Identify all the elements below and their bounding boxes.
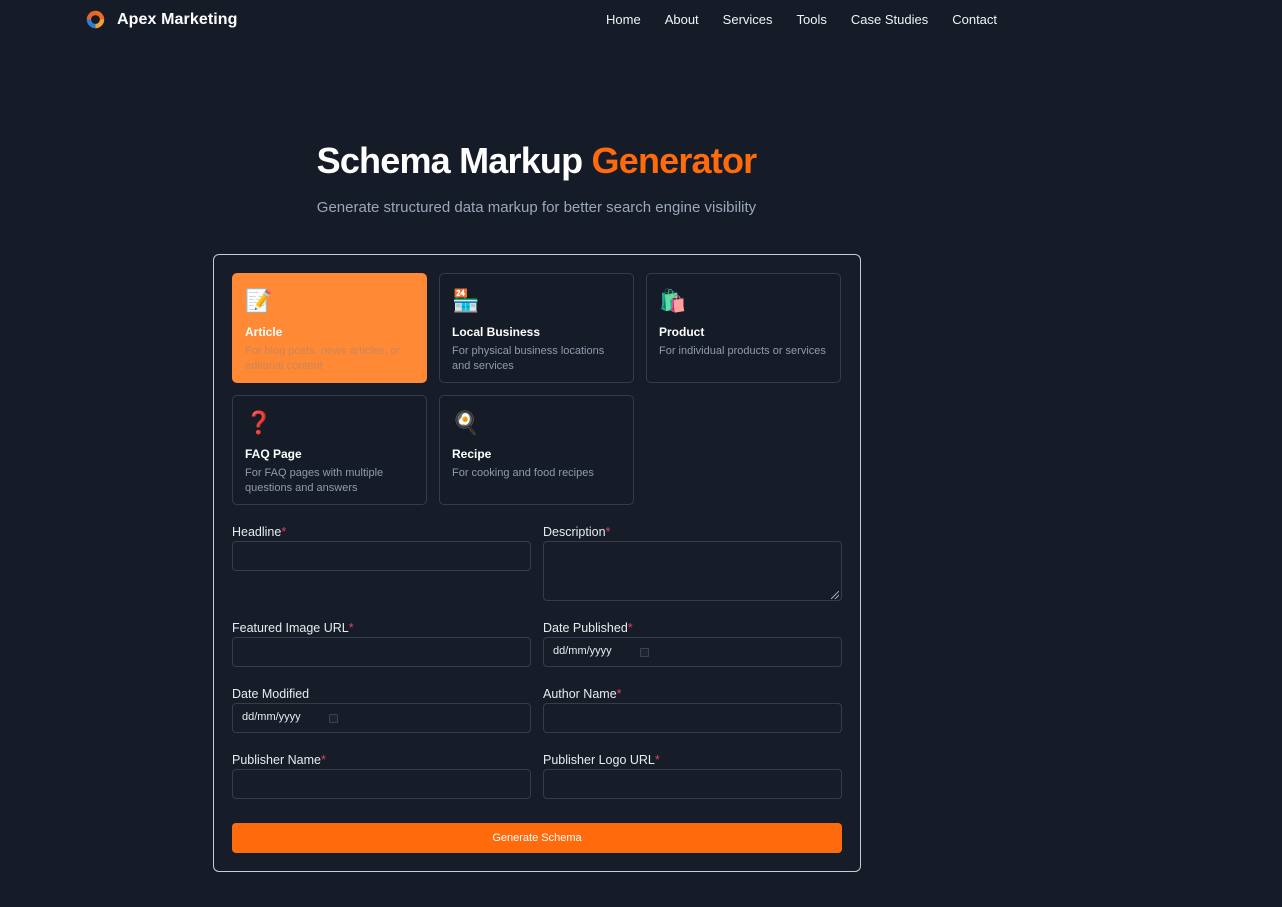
frying-pan-icon: 🍳: [452, 410, 480, 435]
schema-type-title: Product: [659, 325, 705, 339]
schema-type-title: Article: [245, 325, 283, 339]
publisher-logo-field: Publisher Logo URL*: [543, 753, 842, 799]
headline-input[interactable]: [232, 541, 531, 571]
description-label: Description*: [543, 525, 611, 539]
schema-type-local-business[interactable]: 🏪 Local Business For physical business l…: [439, 273, 634, 383]
resize-handle-icon[interactable]: [831, 591, 839, 599]
nav-link-home[interactable]: Home: [606, 12, 641, 27]
publisher-name-field: Publisher Name*: [232, 753, 531, 799]
nav-link-about[interactable]: About: [665, 12, 699, 27]
schema-generator-card: 📝 Article For blog posts, news articles,…: [213, 254, 861, 872]
description-textarea[interactable]: [543, 541, 842, 601]
publisher-name-label: Publisher Name*: [232, 753, 326, 767]
schema-type-article[interactable]: 📝 Article For blog posts, news articles,…: [232, 273, 427, 383]
question-mark-icon: ❓: [245, 410, 273, 435]
headline-field: Headline*: [232, 525, 531, 571]
nav-link-contact[interactable]: Contact: [952, 12, 997, 27]
page-subtitle: Generate structured data markup for bett…: [316, 199, 757, 216]
schema-type-desc: For FAQ pages with multiple questions an…: [245, 467, 384, 494]
title-accent: Generator: [591, 140, 758, 181]
generate-schema-button[interactable]: Generate Schema: [232, 823, 842, 853]
memo-icon: 📝: [245, 288, 273, 313]
featured-image-field: Featured Image URL*: [232, 621, 531, 667]
date-modified-placeholder: dd/mm/yyyy: [242, 711, 301, 723]
schema-type-title: Recipe: [452, 447, 492, 461]
featured-image-label: Featured Image URL*: [232, 621, 354, 635]
nav-link-tools[interactable]: Tools: [797, 12, 827, 27]
publisher-logo-input[interactable]: [543, 769, 842, 799]
schema-type-desc: For cooking and food recipes: [452, 467, 594, 479]
convenience-store-icon: 🏪: [452, 288, 480, 313]
schema-type-desc: For blog posts, news articles, or editor…: [245, 345, 401, 372]
author-name-input[interactable]: [543, 703, 842, 733]
swirl-logo-icon: [86, 10, 105, 29]
brand-name: Apex Marketing: [117, 10, 238, 28]
shopping-bags-icon: 🛍️: [659, 288, 687, 313]
date-published-label: Date Published*: [543, 621, 633, 635]
schema-type-desc: For physical business locations and serv…: [452, 345, 605, 372]
description-field: Description*: [543, 525, 842, 601]
title-main: Schema Markup: [316, 140, 584, 181]
schema-type-faq-page[interactable]: ❓ FAQ Page For FAQ pages with multiple q…: [232, 395, 427, 505]
schema-type-recipe[interactable]: 🍳 Recipe For cooking and food recipes: [439, 395, 634, 505]
calendar-icon[interactable]: [640, 648, 649, 657]
page-title: Schema Markup Generator: [0, 140, 1073, 182]
author-name-label: Author Name*: [543, 687, 622, 701]
brand[interactable]: Apex Marketing: [85, 9, 238, 30]
date-modified-field: Date Modified dd/mm/yyyy: [232, 687, 531, 733]
publisher-logo-label: Publisher Logo URL*: [543, 753, 660, 767]
nav-links: Home About Services Tools Case Studies C…: [606, 12, 997, 27]
publisher-name-input[interactable]: [232, 769, 531, 799]
date-modified-label: Date Modified: [232, 687, 310, 701]
author-name-field: Author Name*: [543, 687, 842, 733]
top-navbar: Apex Marketing Home About Services Tools…: [0, 0, 1282, 40]
headline-label: Headline*: [232, 525, 287, 539]
schema-type-desc: For individual products or services: [659, 345, 826, 357]
calendar-icon[interactable]: [329, 714, 338, 723]
date-published-placeholder: dd/mm/yyyy: [553, 645, 612, 657]
nav-link-case-studies[interactable]: Case Studies: [851, 12, 928, 27]
date-published-field: Date Published* dd/mm/yyyy: [543, 621, 842, 667]
schema-type-title: Local Business: [452, 325, 541, 339]
nav-link-services[interactable]: Services: [723, 12, 773, 27]
featured-image-input[interactable]: [232, 637, 531, 667]
schema-type-title: FAQ Page: [245, 447, 302, 461]
schema-type-product[interactable]: 🛍️ Product For individual products or se…: [646, 273, 841, 383]
